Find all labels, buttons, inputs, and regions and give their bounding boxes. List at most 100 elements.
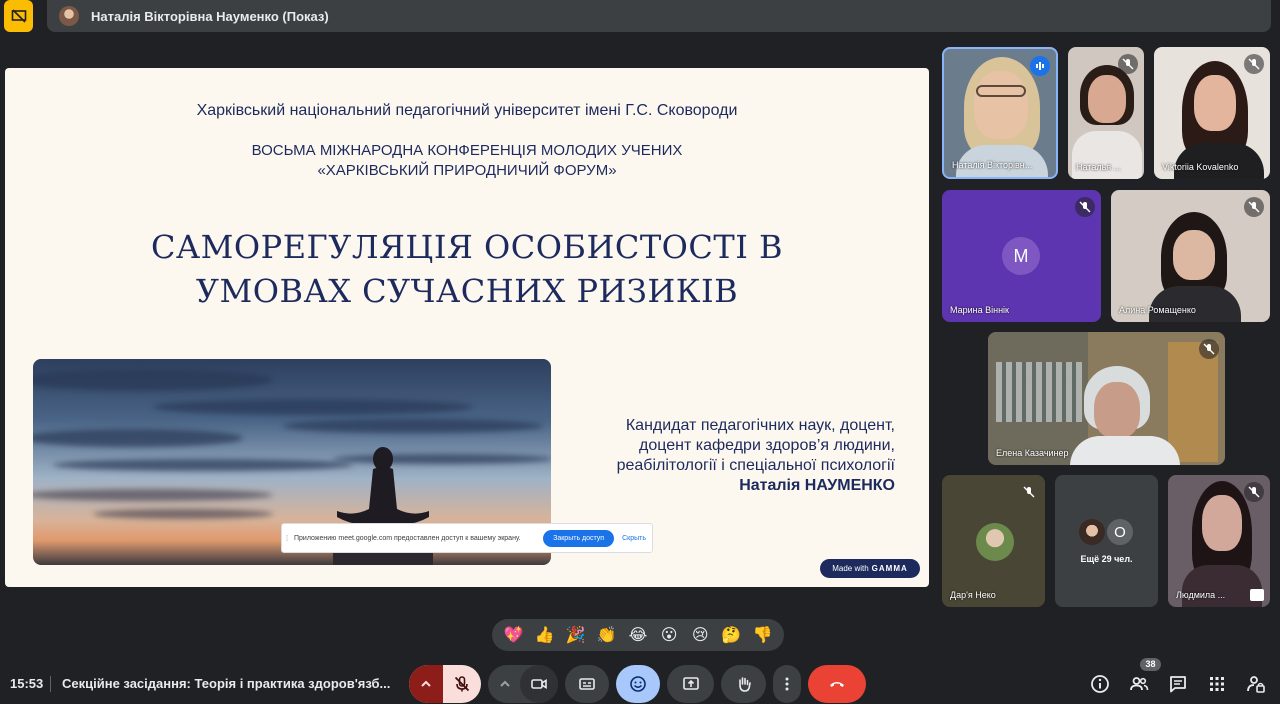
reaction-party[interactable]: 🎉 [564,625,588,645]
mic-off-icon [1118,54,1138,74]
chat-icon [1170,676,1186,693]
author-degree: Кандидат педагогічних наук, доцент, [625,417,895,434]
conference-subtitle: «ХАРКІВСЬКИЙ ПРИРОДНИЧИЙ ФОРУМ» [317,162,617,179]
mic-off-icon [454,676,470,692]
leave-call-button[interactable] [808,665,866,703]
camera-control [488,665,558,703]
apps-grid-icon [1210,677,1224,691]
participant-name: Наталія Вікторівн... [952,160,1033,170]
participant-name: Дар'я Неко [950,590,996,600]
participant-tile[interactable]: Viktoriia Kovalenko [1154,47,1270,179]
participant-name: Марина Віннік [950,305,1009,315]
presenter-banner[interactable]: Наталія Вікторівна Науменко (Показ) [47,0,1271,32]
present-screen-icon [11,9,26,23]
mic-off-icon [1075,197,1095,217]
author-position: доцент кафедри здоров’я людини, [639,437,895,454]
participant-name: Алина Ромащенко [1119,305,1196,315]
hide-notification-link[interactable]: Скрыть [622,535,646,542]
host-controls-button[interactable] [1245,673,1267,695]
more-vert-icon [785,677,789,691]
toggle-mic-button[interactable] [443,665,481,703]
avatar [59,6,79,26]
audio-options-button[interactable] [409,665,443,703]
picture-in-picture-icon[interactable] [1250,589,1264,601]
mic-off-icon [1019,482,1039,502]
author-info: Кандидат педагогічних наук, доцент, доце… [595,416,895,496]
conference-title: ВОСЬМА МІЖНАРОДНА КОНФЕРЕНЦІЯ МОЛОДИХ УЧ… [251,142,683,159]
reaction-laugh[interactable]: 😂 [626,625,650,645]
reaction-thinking[interactable]: 🤔 [719,625,743,645]
participant-tile[interactable]: Дар'я Неко [942,475,1045,607]
participant-tile[interactable]: Наталія Вікторівн... [942,47,1058,179]
participant-tile[interactable]: Наталья ... [1068,47,1144,179]
chevron-up-icon [421,680,431,687]
present-screen-icon [682,677,699,690]
lock-person-icon [1247,676,1265,693]
reaction-heart[interactable]: 💖 [502,625,526,645]
drag-handle-icon[interactable]: ⁞ [282,534,292,543]
toggle-camera-button[interactable] [520,665,558,703]
avatar [1077,517,1107,547]
activities-button[interactable] [1206,673,1228,695]
author-name: Наталія НАУМЕНКО [739,477,895,494]
university-name: Харківський національний педагогічний ун… [196,102,738,119]
avatar: O [1105,517,1135,547]
people-button[interactable] [1128,673,1150,695]
chat-button[interactable] [1167,673,1189,695]
divider [50,676,51,692]
share-notification-text: Приложению meet.google.com предоставлен … [294,534,521,542]
people-count-badge: 38 [1140,658,1161,671]
avatar [976,523,1014,561]
more-participants-tile[interactable]: O Ещё 29 чел. [1055,475,1158,607]
participant-tile[interactable]: Людмила ... [1168,475,1270,607]
meeting-details-button[interactable] [1089,673,1111,695]
reaction-surprised[interactable]: 😮 [657,625,681,645]
reaction-clap[interactable]: 👏 [595,625,619,645]
author-department: реабілітології і спеціальної психології [616,457,895,474]
presenter-label: Наталія Вікторівна Науменко (Показ) [91,8,329,24]
captions-button[interactable] [565,665,609,703]
participant-name: Людмила ... [1176,590,1226,600]
more-participants-label: Ещё 29 чел. [1080,554,1133,564]
gamma-brand: GAMMA [871,564,908,573]
made-with-label: Made with [832,564,869,573]
send-reaction-button[interactable] [616,665,660,703]
reaction-thumbs-down[interactable]: 👎 [750,625,774,645]
speaking-indicator-icon [1030,56,1050,76]
more-options-button[interactable] [773,665,801,703]
clock: 15:53 [10,676,44,691]
reactions-bar: 💖 👍 🎉 👏 😂 😮 😢 🤔 👎 [492,619,784,651]
presenting-indicator-button[interactable] [4,0,33,32]
captions-icon [579,678,595,690]
info-icon [1091,675,1109,693]
video-options-button[interactable] [488,665,522,703]
hand-icon [738,677,751,692]
reaction-sad[interactable]: 😢 [688,625,712,645]
participant-tile[interactable]: M Марина Віннік [942,190,1101,322]
mic-off-icon [1244,482,1264,502]
slide-title-line1: САМОРЕГУЛЯЦІЯ ОСОБИСТОСТІ В [150,228,784,266]
participant-name: Viktoriia Kovalenko [1162,162,1239,172]
reaction-thumbs-up[interactable]: 👍 [533,625,557,645]
stop-sharing-button[interactable]: Закрыть доступ [543,529,615,547]
participant-name: Елена Казачинер [996,448,1069,458]
emoji-icon [630,676,646,692]
participant-tile[interactable]: Елена Казачинер [988,332,1225,465]
mic-off-icon [1244,197,1264,217]
hang-up-icon [830,682,844,687]
mic-off-icon [1199,339,1219,359]
raise-hand-button[interactable] [721,665,766,703]
presentation-slide: Харківський національний педагогічний ун… [5,68,929,587]
avatar: M [1002,237,1040,275]
present-now-button[interactable] [667,665,714,703]
people-icon [1130,677,1149,691]
mic-off-icon [1244,54,1264,74]
chevron-up-icon [500,680,510,687]
microphone-control [409,665,481,703]
made-with-gamma-badge[interactable]: Made with GAMMA [820,559,920,578]
slide-title-line2: УМОВАХ СУЧАСНИХ РИЗИКІВ [195,272,739,310]
meeting-title: Секційне засідання: Теорія і практика зд… [62,676,391,691]
participant-name: Наталья ... [1076,162,1122,172]
participant-tile[interactable]: Алина Ромащенко [1111,190,1270,322]
screen-share-notification: ⁞ Приложению meet.google.com предоставле… [281,523,653,553]
